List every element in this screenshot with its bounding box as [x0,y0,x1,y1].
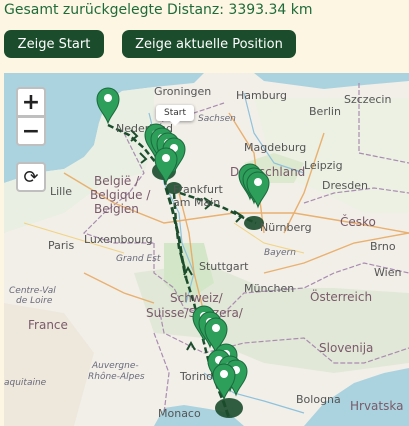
label-rhone: Rhône-Alpes [88,371,145,382]
label-de-loire: de Loire [16,296,53,306]
label-grand-est: Grand Est [116,254,161,264]
label-nurnberg: Nürnberg [260,221,312,234]
label-bologna: Bologna [296,393,341,406]
label-auvergne: Auvergne- [91,361,139,371]
label-wien: Wien [374,266,401,279]
label-berlin: Berlin [309,105,341,118]
label-bayern: Bayern [264,248,296,258]
show-start-button[interactable]: Zeige Start [4,30,104,58]
label-luxembourg: Luxembourg [84,233,153,246]
label-centre-val: Centre-Val [9,286,56,296]
label-lille: Lille [50,185,72,198]
label-am-main: am Main [173,196,220,209]
label-slovenija: Slovenija [319,341,373,355]
reset-view-button[interactable]: ⟳ [16,162,46,192]
total-distance-label: Gesamt zurückgelegte Distanz: 3393.34 km [4,2,313,18]
label-cesko: Česko [340,214,376,229]
label-munchen: München [244,282,294,295]
label-leipzig: Leipzig [304,159,343,172]
map-view[interactable]: Groningen Hamburg Szczecin Nederland Ber… [4,73,409,426]
label-hrvatska: Hrvatska [350,399,403,413]
label-schweiz: Schweiz/ [170,291,224,305]
label-frankfurt: Frankfurt [173,183,223,196]
label-monaco: Monaco [158,407,201,420]
label-magdeburg: Magdeburg [244,141,306,154]
label-aquitaine: aquitaine [4,378,47,388]
label-belgien: Belgien [94,202,139,216]
show-current-position-button[interactable]: Zeige aktuelle Position [122,30,296,58]
label-szczecin: Szczecin [344,93,391,106]
zoom-out-button[interactable]: − [16,116,46,146]
label-hamburg: Hamburg [236,89,287,102]
label-paris: Paris [48,239,74,252]
label-osterreich: Österreich [310,288,372,304]
label-dresden: Dresden [322,179,368,192]
label-belgie: België / [94,174,140,188]
label-torino: Torino [179,370,213,383]
map-tiles: Groningen Hamburg Szczecin Nederland Ber… [4,73,409,426]
label-stuttgart: Stuttgart [199,260,249,273]
label-belgique: Belgique / [90,188,151,202]
zoom-in-button[interactable]: + [16,87,46,117]
label-sachsen: Sachsen [198,114,236,124]
start-tooltip: Start [156,105,194,126]
label-france: France [28,318,68,332]
label-groningen: Groningen [154,85,211,98]
label-brno: Brno [370,240,396,253]
